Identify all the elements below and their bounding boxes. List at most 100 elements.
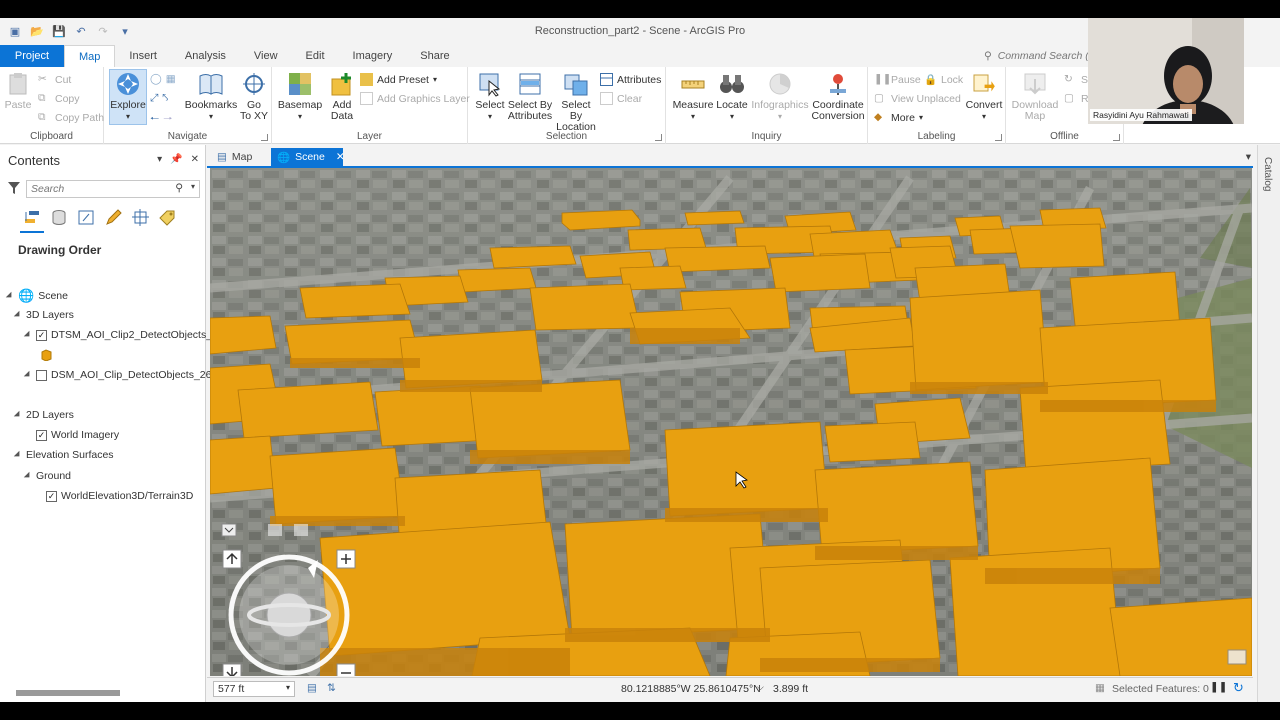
tree-item-dsm-layer[interactable]: DSM_AOI_Clip_DetectObjects_260. [23,369,220,381]
add-preset-button[interactable]: Add Preset ▾ [360,73,437,86]
cut-button[interactable]: ✂ Cut [38,73,71,86]
tree-item-world-elevation[interactable]: ✓ WorldElevation3D/Terrain3D [46,490,193,502]
layer-visibility-checkbox[interactable]: ✓ [46,490,57,502]
scene-view-canvas[interactable] [210,168,1252,676]
previous-next-extent[interactable]: 🠐 🠒 [150,111,172,129]
close-icon[interactable]: ✕ [191,154,199,165]
cursor-snap-icon[interactable]: ⇅ [327,682,336,694]
labeling-icon[interactable] [159,209,176,226]
editing-icon[interactable] [105,209,122,226]
attributes-button[interactable]: Attributes [600,73,661,86]
tab-scene-view[interactable]: 🌐 Scene ✕ [271,148,345,166]
catalog-pane-tab[interactable]: Catalog [1257,145,1280,702]
measure-button[interactable]: Measure ▾ [672,71,714,122]
add-data-button[interactable]: Add Data [324,71,360,122]
scrollbar-thumb[interactable] [16,690,120,696]
tab-imagery[interactable]: Imagery [339,45,407,67]
filter-icon[interactable] [8,182,20,194]
drawing-order-icon[interactable] [24,209,41,226]
scale-selector[interactable]: 577 ft ▾ [213,681,295,697]
lock-labels-button[interactable]: 🔒 Lock [924,73,963,87]
coordinate-conversion-icon [825,71,851,97]
layer-visibility-checkbox[interactable]: ✓ [36,329,47,341]
tab-view[interactable]: View [240,45,292,67]
pause-drawing-icon[interactable]: ❚❚ [1210,681,1228,693]
layer-visibility-checkbox[interactable]: ✓ [36,429,47,441]
tree-item-ground[interactable]: Ground [23,470,71,482]
tab-map-view[interactable]: ▤ Map [211,148,258,166]
go-to-xy-button[interactable]: Go To XY [238,71,270,122]
clear-selection-button[interactable]: Clear [600,92,642,105]
view-unplaced-button[interactable]: ▢ View Unplaced [874,92,961,105]
layer-visibility-checkbox[interactable] [36,369,47,381]
snapping-icon[interactable] [132,209,149,226]
data-source-icon[interactable] [51,209,68,226]
convert-button[interactable]: Convert ▾ [964,71,1004,122]
scale-dropdown-icon[interactable]: ▾ [286,683,290,692]
tree-item-2d-layers[interactable]: 2D Layers [13,409,74,421]
selection-dialog-launcher[interactable] [655,134,662,141]
contents-horizontal-scrollbar[interactable] [8,690,204,696]
paste-button[interactable]: Paste [4,71,32,111]
labeling-dialog-launcher[interactable] [995,134,1002,141]
search-dropdown-icon[interactable]: ▾ [191,182,195,191]
zoom-out-button[interactable] [336,663,356,676]
tree-item-world-imagery[interactable]: ✓ World Imagery [36,429,119,441]
basemap-button[interactable]: Basemap ▾ [278,71,322,122]
full-extent-nav-icon[interactable] [268,524,282,536]
tab-map[interactable]: Map [64,45,116,67]
copy-path-button[interactable]: ⧉ Copy Path [38,111,104,124]
tree-item-dtsm-layer[interactable]: ✓ DTSM_AOI_Clip2_DetectObjects_3c [23,329,223,341]
coordinate-format-dropdown-icon[interactable]: ⌵ [757,682,764,693]
selection-view-icon[interactable] [78,209,95,226]
expand-icon[interactable] [23,471,33,481]
expand-icon[interactable] [23,330,33,340]
view-tabs-overflow-icon[interactable]: ▾ [1240,148,1257,166]
coordinate-conversion-button[interactable]: Coordinate Conversion [810,71,866,122]
clipboard-group: Paste ✂ Cut ⧉ Copy ⧉ Copy Path Clipboard [0,67,104,144]
overview-toggle-icon[interactable] [1227,649,1247,665]
navigate-dialog-launcher[interactable] [261,134,268,141]
contents-search-input[interactable]: Search ⚲ ▾ [26,180,200,198]
navigator-collapse-icon[interactable] [221,523,237,537]
more-labeling-button[interactable]: ◆ More ▾ [874,111,923,124]
expand-icon[interactable] [13,450,23,460]
expand-icon[interactable] [13,410,23,420]
offline-dialog-launcher[interactable] [1113,134,1120,141]
pause-labeling-button[interactable]: ❚❚ Pause [874,73,921,86]
close-tab-icon[interactable]: ✕ [336,151,345,163]
refresh-icon[interactable]: ↻ [1233,680,1244,696]
infographics-button[interactable]: Infographics ▾ [750,71,810,122]
tab-insert[interactable]: Insert [115,45,171,67]
select-button[interactable]: Select ▾ [472,71,508,122]
globe-view-buttons[interactable]: ◯ ▦ [150,73,176,85]
bookmarks-button[interactable]: Bookmarks ▾ [184,71,238,122]
download-map-button[interactable]: Download Map [1010,71,1060,122]
tab-edit[interactable]: Edit [292,45,339,67]
pin-icon[interactable]: 📌 [170,154,182,165]
select-by-location-button[interactable]: Select By Location [554,71,598,133]
navigator-globe[interactable] [266,592,312,638]
tree-item-elevation-surfaces[interactable]: Elevation Surfaces [13,449,114,461]
tab-analysis[interactable]: Analysis [171,45,240,67]
heads-up-display-icon[interactable] [294,524,308,536]
tree-item-3d-layers[interactable]: 3D Layers [13,309,74,321]
add-graphics-layer-button[interactable]: Add Graphics Layer [360,92,470,105]
search-icon[interactable]: ⚲ [175,182,183,194]
full-extent-button[interactable]: ⤢ ⤣ [150,92,168,105]
fixed-scale-icon[interactable]: ▤ [307,682,317,694]
expand-icon[interactable] [5,291,15,301]
command-search[interactable]: ⚲ Command Search (A [984,50,1096,62]
tab-share[interactable]: Share [406,45,463,67]
locate-button[interactable]: Locate ▾ [714,71,750,122]
expand-icon[interactable] [23,370,33,380]
command-search-input[interactable]: Command Search (A [998,50,1096,62]
tree-item-scene[interactable]: 🌐 Scene [5,288,68,304]
pane-options-icon[interactable]: ▾ [157,154,162,165]
copy-button[interactable]: ⧉ Copy [38,92,80,105]
add-data-label: Add Data [330,99,354,122]
explore-button[interactable]: Explore ▾ [110,71,146,122]
expand-icon[interactable] [13,310,23,320]
tab-project[interactable]: Project [0,45,64,67]
select-by-attributes-button[interactable]: Select By Attributes [506,71,554,122]
